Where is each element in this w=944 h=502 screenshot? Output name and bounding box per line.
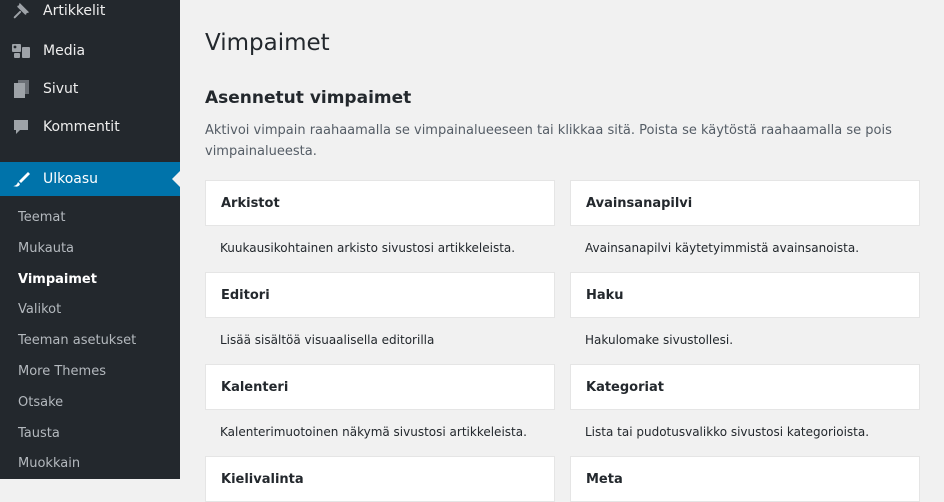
widget-description: Lista tai pudotusvalikko sivustosi kateg…	[585, 425, 870, 439]
submenu-item-editor[interactable]: Muokkain	[0, 449, 180, 479]
widget-item[interactable]: Kalenteri Kalenterimuotoinen näkymä sivu…	[205, 364, 555, 455]
widget-item[interactable]: Meta	[570, 456, 920, 502]
pin-icon	[11, 1, 31, 21]
widget-title[interactable]: Avainsanapilvi	[570, 180, 920, 226]
menu-item-pages[interactable]: Sivut	[0, 72, 180, 106]
submenu-item-theme-options[interactable]: Teeman asetukset	[0, 326, 180, 357]
menu-label-posts: Artikkelit	[43, 3, 106, 19]
menu-item-posts[interactable]: Artikkelit	[0, 0, 180, 28]
widget-description: Kuukausikohtainen arkisto sivustosi arti…	[220, 241, 516, 255]
widget-title[interactable]: Editori	[205, 272, 555, 318]
menu-label-media: Media	[43, 43, 86, 59]
menu-item-media[interactable]: Media	[0, 34, 180, 68]
widget-title[interactable]: Arkistot	[205, 180, 555, 226]
widget-title[interactable]: Haku	[570, 272, 920, 318]
widget-item[interactable]: Kategoriat Lista tai pudotusvalikko sivu…	[570, 364, 920, 455]
widget-title[interactable]: Kalenteri	[205, 364, 555, 410]
admin-sidebar: Artikkelit Media Sivut Kommentit Ulkoasu…	[0, 0, 180, 479]
media-icon	[11, 41, 31, 61]
submenu-item-widgets[interactable]: Vimpaimet	[0, 265, 180, 296]
submenu-item-customize[interactable]: Mukauta	[0, 234, 180, 265]
widget-description: Lisää sisältöä visuaalisella editorilla	[220, 333, 435, 347]
menu-label-appearance: Ulkoasu	[43, 171, 99, 187]
menu-label-pages: Sivut	[43, 81, 79, 97]
appearance-submenu: Teemat Mukauta Vimpaimet Valikot Teeman …	[0, 203, 180, 479]
submenu-item-themes[interactable]: Teemat	[0, 203, 180, 234]
appearance-icon	[11, 169, 31, 189]
section-description: Aktivoi vimpain raahaamalla se vimpainal…	[205, 123, 892, 159]
widget-title[interactable]: Kategoriat	[570, 364, 920, 410]
widget-item[interactable]: Avainsanapilvi Avainsanapilvi käytetyimm…	[570, 180, 920, 271]
widget-item[interactable]: Arkistot Kuukausikohtainen arkisto sivus…	[205, 180, 555, 271]
page-title: Vimpaimet	[205, 30, 330, 56]
submenu-item-menus[interactable]: Valikot	[0, 295, 180, 326]
comments-icon	[11, 117, 31, 137]
widget-item[interactable]: Haku Hakulomake sivustollesi.	[570, 272, 920, 363]
submenu-item-header[interactable]: Otsake	[0, 388, 180, 419]
widget-item[interactable]: Editori Lisää sisältöä visuaalisella edi…	[205, 272, 555, 363]
section-title: Asennetut vimpaimet	[205, 88, 412, 108]
widget-item[interactable]: Kielivalinta	[205, 456, 555, 502]
widget-description: Kalenterimuotoinen näkymä sivustosi arti…	[220, 425, 527, 439]
widget-title[interactable]: Meta	[570, 456, 920, 502]
menu-item-comments[interactable]: Kommentit	[0, 110, 180, 144]
submenu-item-background[interactable]: Tausta	[0, 419, 180, 450]
pages-icon	[11, 79, 31, 99]
menu-label-comments: Kommentit	[43, 119, 120, 135]
current-menu-arrow	[172, 171, 180, 187]
widget-title[interactable]: Kielivalinta	[205, 456, 555, 502]
menu-item-appearance[interactable]: Ulkoasu	[0, 162, 180, 196]
submenu-item-more-themes[interactable]: More Themes	[0, 357, 180, 388]
widget-description: Hakulomake sivustollesi.	[585, 333, 734, 347]
widget-description: Avainsanapilvi käytetyimmistä avainsanoi…	[585, 241, 860, 255]
